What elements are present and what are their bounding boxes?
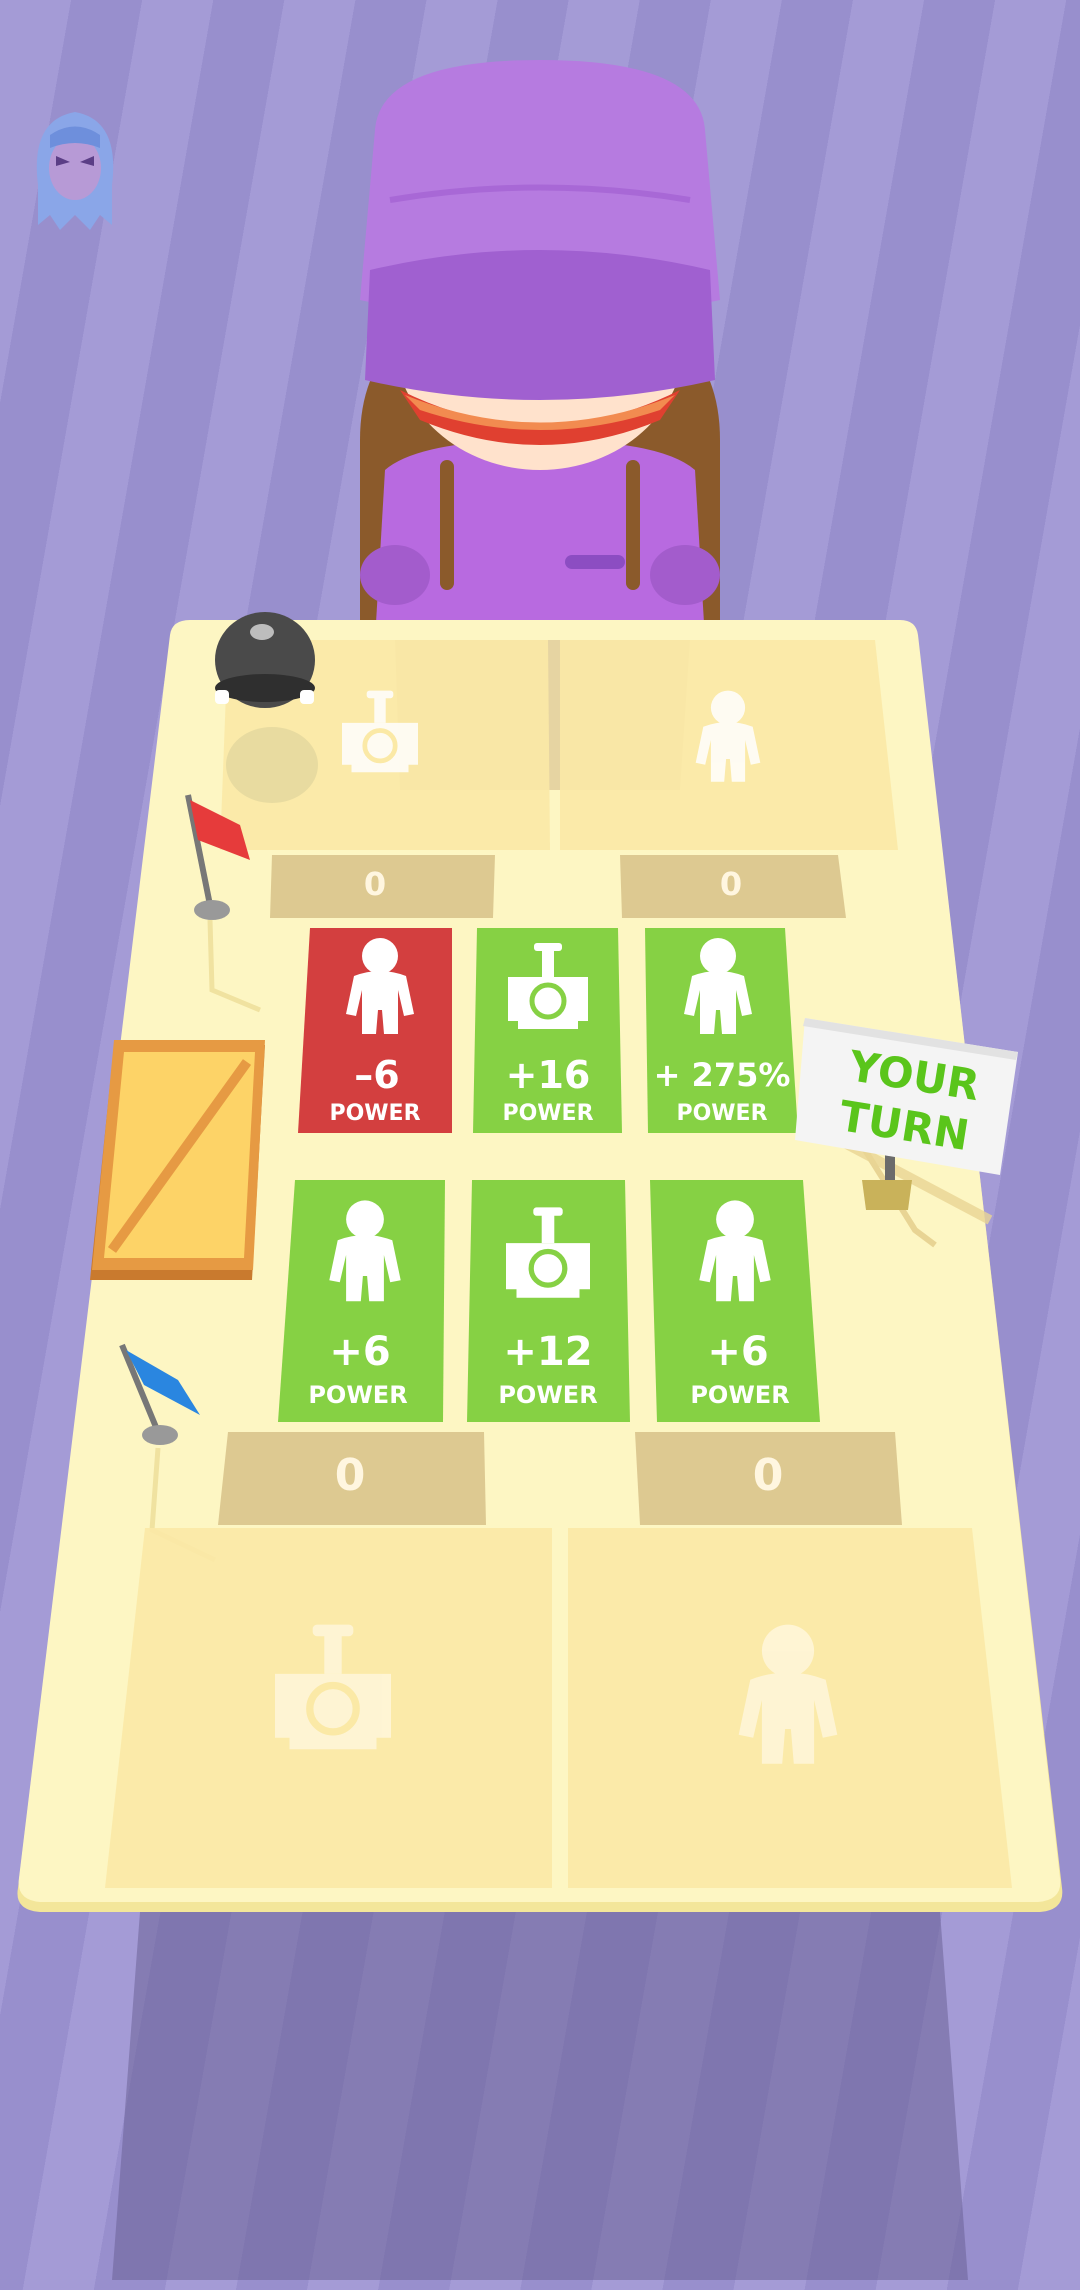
card-row2-1-value: +6 xyxy=(329,1329,390,1375)
opponent-avatar[interactable] xyxy=(36,112,114,230)
masked-face-icon xyxy=(36,112,114,230)
card-row1-2[interactable]: +16 POWER xyxy=(473,928,622,1133)
card-row2-3-label: POWER xyxy=(690,1381,789,1409)
opponent-score-left-value: 0 xyxy=(364,865,386,903)
player-score-left: 0 xyxy=(218,1432,486,1525)
card-row2-1-label: POWER xyxy=(308,1381,407,1409)
card-row1-3-label: POWER xyxy=(676,1101,767,1126)
player-score-left-value: 0 xyxy=(335,1450,366,1501)
card-row1-1-value: –6 xyxy=(354,1053,399,1097)
opponent-score-right: 0 xyxy=(620,855,846,918)
card-row2-3[interactable]: +6 POWER xyxy=(650,1180,820,1422)
card-row1-3-value: + 275% xyxy=(654,1056,791,1094)
game-scene: 0 0 –6 POWER +16 POWER + 275% POWER YOUR… xyxy=(17,60,1063,2280)
card-deck[interactable] xyxy=(90,1040,265,1280)
card-row1-2-value: +16 xyxy=(506,1053,591,1097)
card-row1-2-label: POWER xyxy=(502,1101,593,1126)
card-row2-2-value: +12 xyxy=(503,1329,592,1375)
player-slot-left[interactable] xyxy=(105,1528,552,1888)
card-row2-3-value: +6 xyxy=(707,1329,768,1375)
player-score-right-value: 0 xyxy=(753,1450,784,1501)
card-row2-2[interactable]: +12 POWER xyxy=(467,1180,630,1422)
table-shadow xyxy=(112,1912,968,2280)
opponent-score-left: 0 xyxy=(270,855,495,918)
card-row1-1[interactable]: –6 POWER xyxy=(298,928,452,1133)
opponent-character xyxy=(360,60,720,650)
card-row2-1[interactable]: +6 POWER xyxy=(278,1180,445,1422)
card-row2-2-label: POWER xyxy=(498,1381,597,1409)
card-row1-3[interactable]: + 275% POWER xyxy=(645,928,798,1133)
opponent-score-right-value: 0 xyxy=(720,865,742,903)
player-score-right: 0 xyxy=(635,1432,902,1525)
player-slot-right[interactable] xyxy=(568,1528,1012,1888)
card-row1-1-label: POWER xyxy=(329,1101,420,1126)
opponent-slot-right[interactable] xyxy=(560,640,898,850)
